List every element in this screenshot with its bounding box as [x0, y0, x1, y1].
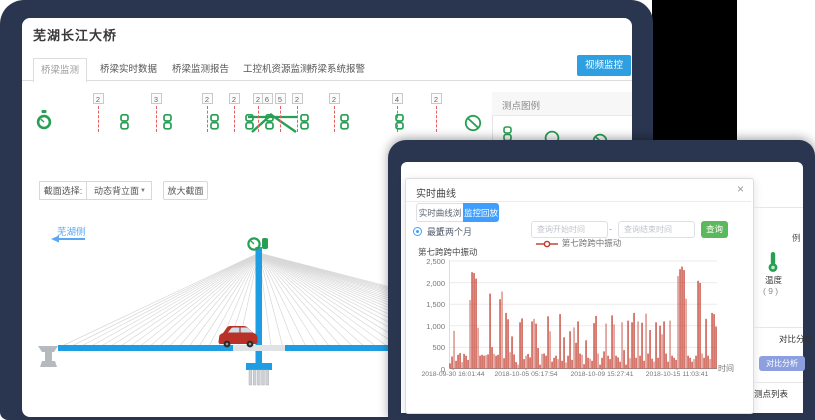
chevron-down-icon: ▼ [140, 182, 146, 201]
section-select-dropdown[interactable]: 动态背立面 ▼ [86, 181, 152, 200]
dialog-divider [406, 201, 751, 202]
query-end-time-input[interactable] [618, 221, 695, 238]
sensor-count-badge[interactable]: 2 [229, 93, 240, 104]
overlay-window-content: 实时曲线 × 实时曲线浏览 监控回放 最近两个月 - 查询 第七跨跨中振动 第七… [401, 162, 803, 413]
tower-top-sensor-icons [248, 238, 268, 250]
temperature-count: ( 9 ) [763, 286, 778, 296]
point-list-title: 测点列表 [754, 388, 788, 400]
tab-1[interactable]: 桥梁监测 [33, 58, 87, 82]
chain-sensor-icon[interactable] [120, 114, 130, 130]
tab-realtime-curve[interactable]: 实时曲线浏览 [416, 203, 464, 222]
sensor-dash-line [280, 106, 281, 132]
thermometer-icon [767, 251, 779, 273]
side-divider [754, 327, 803, 328]
legend-series-name: 第七跨跨中振动 [562, 238, 622, 248]
temperature-label[interactable]: 温度 [765, 274, 782, 286]
date-range-separator: - [609, 224, 612, 234]
gauge-icon[interactable] [34, 110, 54, 132]
chain-sensor-icon[interactable] [340, 114, 350, 130]
sensor-count-badge[interactable]: 2 [93, 93, 104, 104]
enlarge-section-button[interactable]: 放大截面 [163, 181, 208, 200]
compare-section-title: 对比分析 [779, 333, 813, 345]
sensor-dash-line [297, 106, 298, 132]
sensor-count-badge[interactable]: 2 [431, 93, 442, 104]
chain-sensor-icon[interactable] [265, 114, 275, 130]
query-start-time-input[interactable] [531, 221, 608, 238]
realtime-curve-dialog: 实时曲线 × 实时曲线浏览 监控回放 最近两个月 - 查询 第七跨跨中振动 第七… [405, 178, 754, 414]
y-tick-label: 1,000 [414, 322, 445, 331]
y-tick-label: 500 [414, 343, 445, 352]
legend-panel-header: 测点图例 [492, 92, 632, 116]
sensor-count-badge[interactable]: 2 [202, 93, 213, 104]
query-button[interactable]: 查询 [701, 221, 728, 238]
deck-joint-segment [233, 345, 285, 351]
sensor-count-badge[interactable]: 4 [392, 93, 403, 104]
close-icon[interactable]: × [737, 182, 744, 196]
chain-sensor-icon[interactable] [163, 114, 173, 130]
sensor-dash-line [98, 106, 99, 132]
sensor-count-badge[interactable]: 5 [275, 93, 286, 104]
legend-panel-title: 测点图例 [502, 98, 540, 112]
chart-plot-area [449, 260, 717, 370]
background-pane [652, 0, 737, 142]
x-axis-title: 时间 [718, 363, 734, 374]
sensor-dash-line [207, 106, 208, 132]
tab-monitor-playback[interactable]: 监控回放 [463, 203, 499, 222]
x-tick-label: 2018-10-09 15:27:41 [570, 371, 633, 378]
x-tick-label: 2018-10-05 05:17:54 [494, 371, 557, 378]
y-tick-label: 2,000 [414, 279, 445, 288]
side-divider [754, 207, 803, 208]
sensor-dash-line [436, 106, 437, 132]
sensor-strip: 23222652242 [22, 18, 632, 148]
sensor-dash-line [156, 106, 157, 132]
legend-line-marker [536, 240, 558, 248]
section-select-value: 动态背立面 [94, 182, 139, 201]
chain-sensor-icon[interactable] [210, 114, 220, 130]
car [219, 326, 258, 347]
sensor-count-badge[interactable]: 3 [151, 93, 162, 104]
sensor-count-badge[interactable]: 2 [292, 93, 303, 104]
y-tick-label: 1,500 [414, 300, 445, 309]
overlay-window-frame: 实时曲线 × 实时曲线浏览 监控回放 最近两个月 - 查询 第七跨跨中振动 第七… [388, 140, 815, 420]
dialog-title: 实时曲线 [416, 185, 456, 200]
tower-foundation [246, 363, 272, 385]
section-select-label: 截面选择: [39, 181, 87, 200]
compare-analysis-button[interactable]: 对比分析 [759, 356, 805, 371]
sensor-dash-line [234, 106, 235, 132]
side-clipped-text: 例 [792, 232, 801, 244]
chain-sensor-icon[interactable] [300, 114, 310, 130]
chain-sensor-icon[interactable] [245, 114, 255, 130]
sensor-count-badge[interactable]: 6 [262, 93, 273, 104]
x-tick-label: 2018-10-15 11:03:41 [646, 371, 709, 378]
x-tick-label: 2018-09-30 16:01:44 [421, 371, 484, 378]
sensor-count-badge[interactable]: 2 [329, 93, 340, 104]
chain-sensor-icon[interactable] [395, 114, 405, 130]
y-tick-label: 2,500 [414, 257, 445, 266]
ban-icon[interactable] [464, 114, 482, 132]
bridge-pier [38, 346, 58, 367]
sensor-dash-line [258, 106, 259, 132]
sensor-dash-line [334, 106, 335, 132]
recent-two-months-radio[interactable] [413, 227, 422, 236]
side-divider [754, 382, 803, 383]
